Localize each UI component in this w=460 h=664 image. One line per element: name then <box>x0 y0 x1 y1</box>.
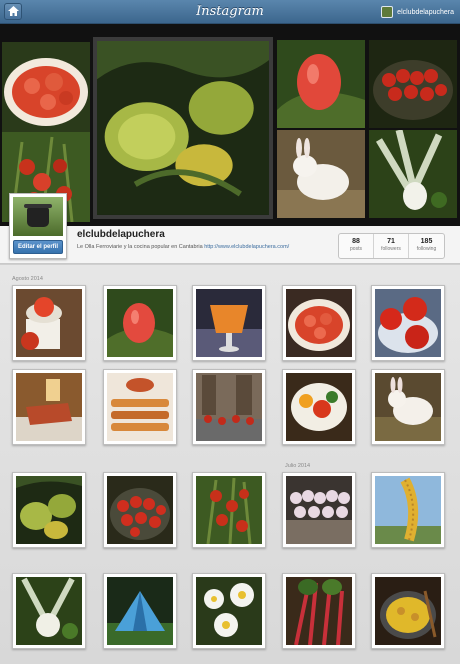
photo-thumbnail[interactable] <box>192 285 266 361</box>
cover-photo[interactable] <box>369 40 457 128</box>
photo-thumbnail[interactable] <box>12 573 86 649</box>
avatar-image <box>13 197 63 236</box>
cover-photo-collage <box>0 24 460 228</box>
cover-photo-featured[interactable] <box>93 37 273 219</box>
profile-username: elclubdelapuchera <box>77 229 165 240</box>
photo-thumbnail[interactable] <box>12 369 86 445</box>
photo-thumbnail[interactable] <box>192 472 266 548</box>
photo-thumbnail[interactable] <box>371 285 445 361</box>
edit-profile-button[interactable]: Editar el perfil <box>13 240 63 254</box>
photo-thumbnail[interactable] <box>12 285 86 361</box>
photo-thumbnail[interactable] <box>371 573 445 649</box>
photo-thumbnail[interactable] <box>282 285 356 361</box>
profile-avatar: Editar el perfil <box>9 193 67 259</box>
photo-thumbnail[interactable] <box>192 573 266 649</box>
posts-count-value: 88 <box>352 238 360 245</box>
followers-count[interactable]: 71 followers <box>374 234 409 258</box>
photo-thumbnail[interactable] <box>282 573 356 649</box>
photo-thumbnail[interactable] <box>371 369 445 445</box>
photo-thumbnail[interactable] <box>282 472 356 548</box>
user-avatar-icon <box>381 6 394 18</box>
following-count-label: following <box>416 246 437 252</box>
followers-count-label: followers <box>381 246 401 252</box>
profile-bio: Le Olla Ferroviarie y la cocina popular … <box>77 244 289 250</box>
photo-thumbnail[interactable] <box>103 285 177 361</box>
photo-thumbnail[interactable] <box>192 369 266 445</box>
photo-thumbnail[interactable] <box>103 573 177 649</box>
photo-thumbnail[interactable] <box>103 369 177 445</box>
cover-photo[interactable] <box>277 130 365 218</box>
photo-thumbnail[interactable] <box>282 369 356 445</box>
followers-count-value: 71 <box>387 238 395 245</box>
profile-stats: 88 posts 71 followers 185 following <box>338 233 445 259</box>
current-user-menu[interactable]: elclubdelapuchera <box>381 5 454 19</box>
current-username: elclubdelapuchera <box>397 8 454 16</box>
posts-count[interactable]: 88 posts <box>339 234 374 258</box>
following-count[interactable]: 185 following <box>409 234 444 258</box>
photo-thumbnail[interactable] <box>371 472 445 548</box>
photo-thumbnail[interactable] <box>12 472 86 548</box>
cover-photo[interactable] <box>369 130 457 218</box>
photo-thumbnail[interactable] <box>103 472 177 548</box>
following-count-value: 185 <box>420 238 433 245</box>
profile-website-link[interactable]: http://www.elclubdelapuchera.com/ <box>204 244 289 250</box>
cover-photo[interactable] <box>277 40 365 128</box>
month-label: Julio 2014 <box>285 463 311 469</box>
month-label: Agosto 2014 <box>12 276 43 282</box>
top-navigation-bar: Instagram elclubdelapuchera <box>0 0 460 24</box>
bio-text: Le Olla Ferroviarie y la cocina popular … <box>77 244 203 250</box>
cover-photo[interactable] <box>2 42 90 132</box>
posts-count-label: posts <box>350 246 362 252</box>
